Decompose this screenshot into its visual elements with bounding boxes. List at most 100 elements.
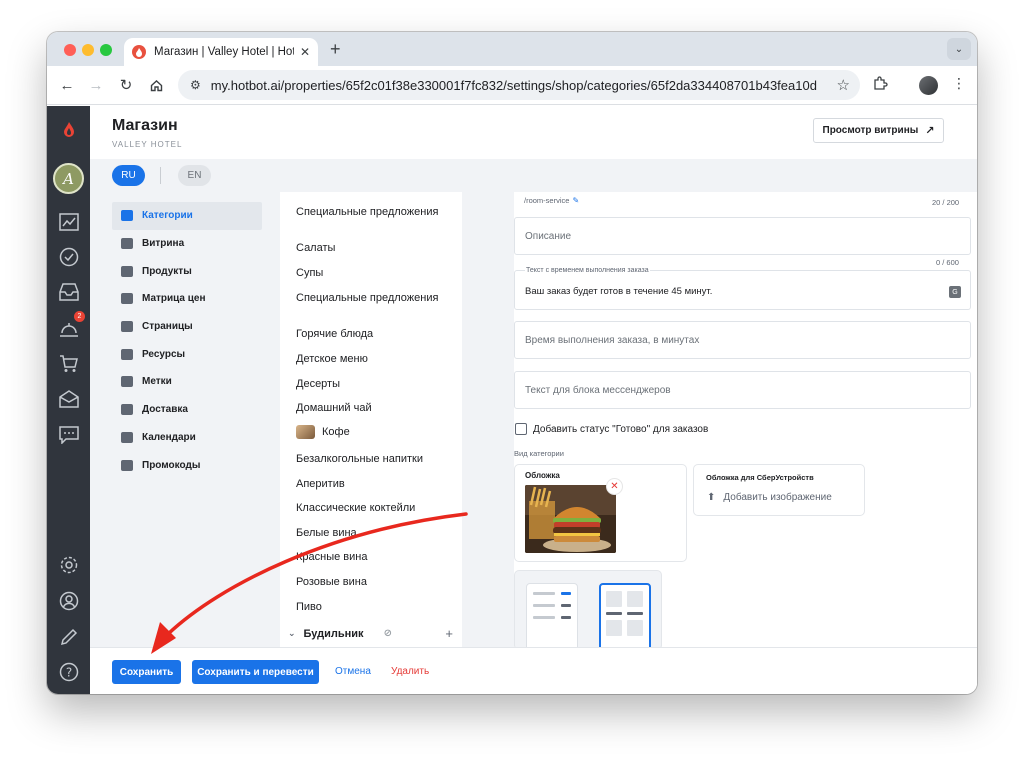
hidden-eye-icon[interactable]: ⊘ xyxy=(384,628,392,639)
remove-cover-button[interactable]: ✕ xyxy=(606,478,623,495)
category-item[interactable]: Безалкогольные напитки xyxy=(296,453,446,465)
category-item[interactable]: Розовые вина xyxy=(296,576,446,588)
menu-item-calendars[interactable]: Календари xyxy=(112,424,262,452)
address-bar[interactable]: ⚙ my.hotbot.ai/properties/65f2c01f38e330… xyxy=(178,70,860,100)
minimize-window-button[interactable] xyxy=(82,44,94,56)
chevron-down-icon[interactable]: ⌄ xyxy=(288,628,296,639)
tasks-icon[interactable] xyxy=(57,245,80,268)
menu-item-price-matrix[interactable]: Матрица цен xyxy=(112,285,262,313)
tab-strip: Магазин | Valley Hotel | Hotbot ✕ + ⌄ xyxy=(47,32,977,66)
calendar-icon xyxy=(121,431,133,443)
category-item[interactable]: Пиво xyxy=(296,601,446,613)
edit-pencil-icon[interactable] xyxy=(57,625,80,648)
menu-item-delivery[interactable]: Доставка xyxy=(112,396,262,424)
description-input[interactable]: Описание xyxy=(514,217,971,255)
back-icon[interactable]: ← xyxy=(57,75,77,95)
lang-tab-ru[interactable]: RU xyxy=(112,165,145,186)
category-item[interactable]: Классические коктейли xyxy=(296,502,446,514)
save-and-translate-button[interactable]: Сохранить и перевести xyxy=(192,660,319,684)
category-item[interactable]: Специальные предложения xyxy=(296,292,446,304)
category-item[interactable]: Детское меню xyxy=(296,353,446,365)
forward-icon[interactable]: → xyxy=(86,75,106,95)
price-matrix-icon xyxy=(121,293,133,305)
analytics-icon[interactable] xyxy=(57,210,80,233)
menu-item-pages[interactable]: Страницы xyxy=(112,313,262,341)
close-window-button[interactable] xyxy=(64,44,76,56)
order-time-text-input[interactable]: Текст с временем выполнения заказа Ваш з… xyxy=(514,267,971,310)
url-text: my.hotbot.ai/properties/65f2c01f38e33000… xyxy=(210,77,817,93)
slug-counter: 20 / 200 xyxy=(932,198,960,207)
category-item[interactable]: Красные вина xyxy=(296,551,446,563)
category-item[interactable]: Белые вина xyxy=(296,527,446,539)
category-item[interactable]: Десерты xyxy=(296,378,446,390)
chat-icon[interactable] xyxy=(57,423,80,446)
property-avatar[interactable]: A xyxy=(53,163,84,194)
save-button[interactable]: Сохранить xyxy=(112,660,181,684)
browser-menu-icon[interactable]: ⋮ xyxy=(952,75,966,92)
tab-close-icon[interactable]: ✕ xyxy=(300,45,310,59)
menu-item-products[interactable]: Продукты xyxy=(112,257,262,285)
account-icon[interactable] xyxy=(57,589,80,612)
preview-showcase-button[interactable]: Просмотр витрины ↗ xyxy=(813,118,944,143)
maximize-window-button[interactable] xyxy=(100,44,112,56)
extensions-icon[interactable] xyxy=(873,76,888,94)
resources-icon xyxy=(121,348,133,360)
category-item[interactable]: Салаты xyxy=(296,242,446,254)
hotbot-favicon-icon xyxy=(132,45,146,59)
category-item[interactable]: Специальные предложения xyxy=(296,206,446,218)
app: A 2 ? Магазин VALLEY HOTEL Просмотр витр… xyxy=(47,106,977,694)
translate-icon[interactable]: G xyxy=(949,286,961,298)
menu-item-categories[interactable]: Категории xyxy=(112,202,262,230)
category-item[interactable]: Аперитив xyxy=(296,478,446,490)
layout-option-grid[interactable] xyxy=(599,583,651,647)
category-group-alarm[interactable]: ⌄ Будильник ⊘ + xyxy=(288,626,453,641)
order-time-minutes-input[interactable]: Время выполнения заказа, в минутах xyxy=(514,321,971,359)
hotbot-logo-icon[interactable] xyxy=(57,118,80,141)
menu-item-promocodes[interactable]: Промокоды xyxy=(112,451,262,479)
help-icon[interactable]: ? xyxy=(57,660,80,683)
category-item[interactable]: Горячие блюда xyxy=(296,328,446,340)
menu-item-showcase[interactable]: Витрина xyxy=(112,230,262,258)
form-footer: Сохранить Сохранить и перевести Отмена У… xyxy=(90,647,977,694)
description-placeholder: Описание xyxy=(525,231,572,242)
category-item-coffee[interactable]: Кофе xyxy=(296,425,446,439)
menu-item-tags[interactable]: Метки xyxy=(112,368,262,396)
edit-slug-icon[interactable]: ✎ xyxy=(572,196,579,205)
shop-cart-icon[interactable] xyxy=(57,352,80,375)
shop-menu: Категории Витрина Продукты Матрица цен С… xyxy=(112,202,262,479)
add-image-button[interactable]: ⬆ Добавить изображение xyxy=(707,492,832,503)
cover-image[interactable] xyxy=(525,485,616,553)
messenger-text-input[interactable]: Текст для блока мессенджеров xyxy=(514,371,971,409)
profile-avatar[interactable] xyxy=(919,76,938,95)
svg-text:?: ? xyxy=(65,665,71,679)
sber-cover-card: Обложка для СберУстройств ⬆ Добавить изо… xyxy=(693,464,865,516)
layout-option-list[interactable] xyxy=(526,583,578,647)
home-icon[interactable] xyxy=(146,75,166,95)
mailing-icon[interactable] xyxy=(57,387,80,410)
category-item[interactable]: Домашний чай xyxy=(296,402,446,414)
browser-tab[interactable]: Магазин | Valley Hotel | Hotbot ✕ xyxy=(124,38,318,66)
category-item[interactable]: Супы xyxy=(296,267,446,279)
menu-item-resources[interactable]: Ресурсы xyxy=(112,340,262,368)
lang-tab-en[interactable]: EN xyxy=(178,165,211,186)
bookmark-star-icon[interactable]: ☆ xyxy=(837,76,850,94)
category-form: /room-service ✎ 20 / 200 Описание 0 / 600… xyxy=(514,192,977,647)
slug-text: /room-service xyxy=(524,196,570,205)
ready-status-checkbox-row[interactable]: Добавить статус "Готово" для заказов xyxy=(515,423,708,435)
menu-item-label: Страницы xyxy=(142,321,193,333)
slug-row: /room-service ✎ xyxy=(524,196,579,205)
new-tab-icon[interactable]: + xyxy=(330,39,341,60)
menu-item-label: Календари xyxy=(142,431,196,443)
reload-icon[interactable]: ↻ xyxy=(116,75,136,95)
page-header: Магазин VALLEY HOTEL Просмотр витрины ↗ xyxy=(90,106,977,159)
preview-button-label: Просмотр витрины xyxy=(822,125,919,136)
tab-search-icon[interactable]: ⌄ xyxy=(947,38,971,60)
site-info-icon[interactable]: ⚙ xyxy=(190,78,201,92)
inbox-icon[interactable] xyxy=(57,280,80,303)
menu-item-label: Матрица цен xyxy=(142,293,206,305)
cancel-button[interactable]: Отмена xyxy=(335,666,371,677)
delete-button[interactable]: Удалить xyxy=(391,666,429,677)
add-category-icon[interactable]: + xyxy=(445,626,453,641)
settings-gear-icon[interactable] xyxy=(57,553,80,576)
ready-status-checkbox[interactable] xyxy=(515,423,527,435)
